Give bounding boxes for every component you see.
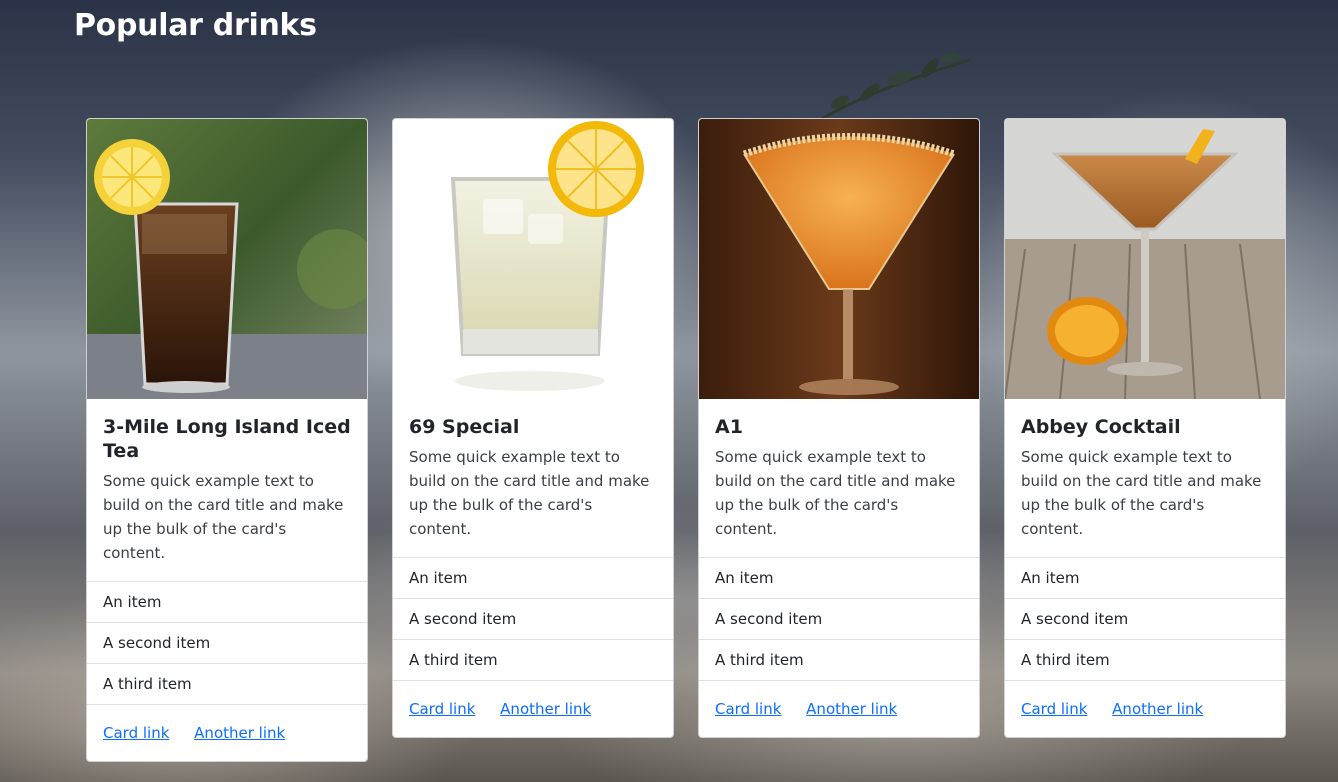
a1-cocktail-image: [699, 119, 979, 399]
card-title: 3-Mile Long Island Iced Tea: [103, 416, 351, 462]
card-footer: Card link Another link: [699, 681, 979, 737]
card-footer: Card link Another link: [393, 681, 673, 737]
card-footer: Card link Another link: [1005, 681, 1285, 737]
card-item-list: An item A second item A third item: [87, 581, 367, 705]
list-item: An item: [1005, 558, 1285, 599]
card-title: Abbey Cocktail: [1021, 416, 1181, 438]
list-item: A third item: [699, 640, 979, 681]
drink-card: A1 Some quick example text to build on t…: [698, 118, 980, 738]
background-plant-image: [819, 52, 971, 122]
card-text: Some quick example text to build on the …: [103, 472, 344, 562]
drink-card: Abbey Cocktail Some quick example text t…: [1004, 118, 1286, 738]
list-item: A third item: [393, 640, 673, 681]
list-item: A second item: [1005, 599, 1285, 640]
card-item-list: An item A second item A third item: [699, 557, 979, 681]
another-link[interactable]: Another link: [194, 724, 285, 742]
card-item-list: An item A second item A third item: [393, 557, 673, 681]
card-text: Some quick example text to build on the …: [409, 448, 650, 538]
card-item-list: An item A second item A third item: [1005, 557, 1285, 681]
abbey-cocktail-image: [1005, 119, 1285, 399]
list-item: An item: [393, 558, 673, 599]
another-link[interactable]: Another link: [1112, 700, 1203, 718]
card-link[interactable]: Card link: [103, 724, 169, 742]
drink-card: 69 Special Some quick example text to bu…: [392, 118, 674, 738]
card-link[interactable]: Card link: [715, 700, 781, 718]
list-item: A second item: [393, 599, 673, 640]
card-link[interactable]: Card link: [1021, 700, 1087, 718]
another-link[interactable]: Another link: [806, 700, 897, 718]
page-title: Popular drinks: [74, 8, 317, 43]
card-title: 69 Special: [409, 416, 520, 438]
69-special-drink-image: [393, 119, 673, 399]
list-item: A third item: [87, 664, 367, 705]
card-link[interactable]: Card link: [409, 700, 475, 718]
card-text: Some quick example text to build on the …: [1021, 448, 1262, 538]
list-item: A third item: [1005, 640, 1285, 681]
list-item: An item: [699, 558, 979, 599]
list-item: A second item: [699, 599, 979, 640]
card-text: Some quick example text to build on the …: [715, 448, 956, 538]
list-item: An item: [87, 582, 367, 623]
card-title: A1: [715, 416, 743, 438]
another-link[interactable]: Another link: [500, 700, 591, 718]
card-footer: Card link Another link: [87, 705, 367, 761]
list-item: A second item: [87, 623, 367, 664]
drink-card: 3-Mile Long Island Iced Tea Some quick e…: [86, 118, 368, 762]
iced-tea-drink-image: [87, 119, 367, 399]
